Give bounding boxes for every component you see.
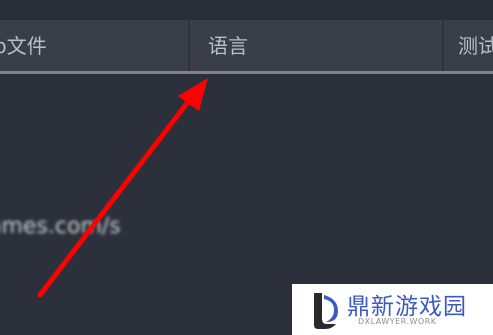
watermark-title: 鼎新游戏园	[347, 294, 467, 320]
watermark-subtitle: DXLAWYER.WORK	[358, 317, 437, 326]
watermark-logo-icon	[314, 293, 338, 329]
arrow-shaft	[37, 99, 191, 298]
watermark: 鼎新游戏园 DXLAWYER.WORK	[292, 284, 493, 335]
app-window: p文件 语言 测试 ames.com/s 鼎新游戏园 DXLAWYER.WORK	[0, 0, 493, 335]
